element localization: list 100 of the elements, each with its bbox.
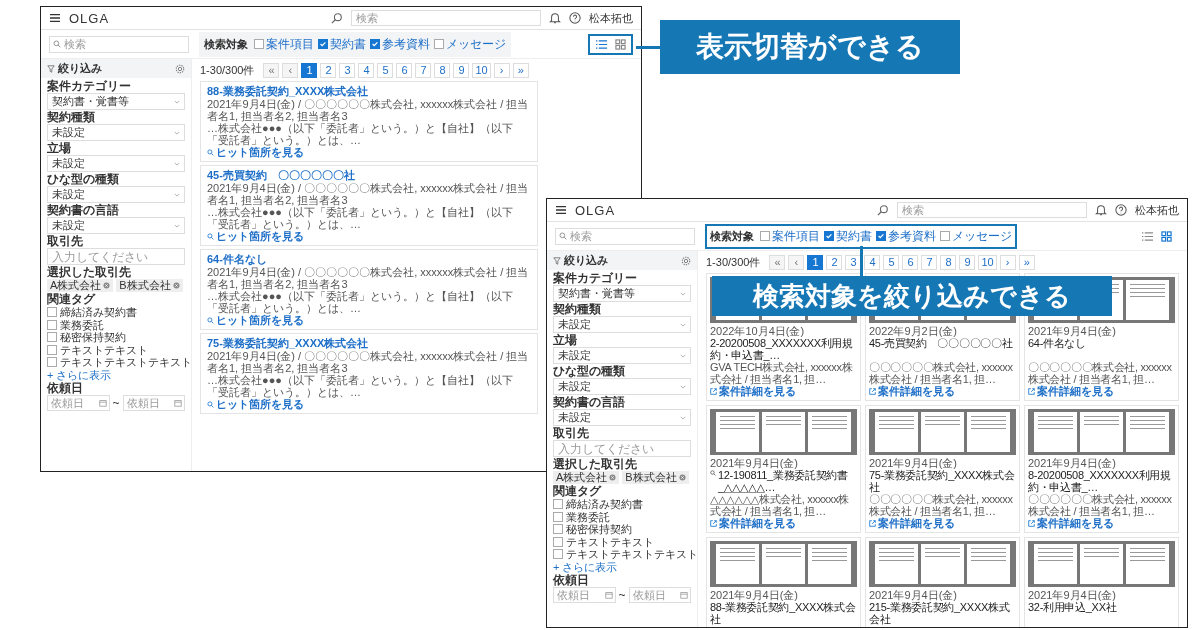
- page-button[interactable]: 6: [902, 254, 919, 270]
- tag-chip[interactable]: A株式会社: [553, 471, 620, 484]
- detail-link[interactable]: 案件詳細を見る: [710, 385, 857, 397]
- checkbox-label[interactable]: テキストテキストテキスト: [60, 356, 192, 369]
- result-title[interactable]: 75-業務委託契約_XXXX株式会社: [207, 337, 531, 350]
- result-title[interactable]: 64-件名なし: [207, 253, 531, 266]
- global-search-field[interactable]: 検索: [351, 10, 541, 26]
- text-input-field[interactable]: 入力してください: [47, 248, 185, 265]
- select-field[interactable]: 未設定: [47, 217, 185, 234]
- page-button[interactable]: 2: [320, 62, 337, 78]
- checkbox[interactable]: [47, 307, 57, 318]
- page-button[interactable]: 4: [358, 62, 375, 78]
- result-title[interactable]: 45-売買契約 〇〇〇〇〇〇社: [207, 169, 531, 182]
- hit-link[interactable]: ヒット箇所を見る: [207, 398, 531, 410]
- detail-link[interactable]: 案件詳細を見る: [1028, 517, 1175, 529]
- tag-chip[interactable]: A株式会社: [47, 279, 114, 292]
- page-button[interactable]: 3: [339, 62, 356, 78]
- checkbox[interactable]: [434, 39, 444, 49]
- page-button[interactable]: 9: [453, 62, 470, 78]
- checkbox[interactable]: [47, 344, 57, 355]
- help-icon[interactable]: [569, 12, 581, 24]
- checkbox-label[interactable]: 締結済み契約書: [60, 306, 137, 319]
- remove-icon[interactable]: [609, 474, 617, 481]
- page-button[interactable]: ›: [493, 62, 510, 78]
- search-field[interactable]: 検索: [555, 227, 695, 245]
- tag-chip[interactable]: B株式会社: [622, 471, 689, 484]
- search-icon[interactable]: [877, 204, 889, 216]
- checkbox-label[interactable]: 締結済み契約書: [566, 498, 643, 511]
- page-button[interactable]: 7: [921, 254, 938, 270]
- date-field[interactable]: 依頼日: [553, 586, 616, 603]
- select-field[interactable]: 未設定: [47, 155, 185, 172]
- list-view-icon[interactable]: [1141, 230, 1154, 242]
- page-button[interactable]: 8: [434, 62, 451, 78]
- user-name[interactable]: 松本拓也: [589, 10, 633, 26]
- list-view-icon[interactable]: [595, 38, 608, 50]
- select-field[interactable]: 未設定: [47, 186, 185, 203]
- checkbox-label[interactable]: 秘密保持契約: [566, 523, 632, 536]
- checkbox[interactable]: [254, 39, 264, 49]
- checkbox-label[interactable]: テキストテキスト: [566, 535, 654, 548]
- remove-icon[interactable]: [103, 282, 111, 289]
- checkbox-label[interactable]: 参考資料: [382, 35, 430, 53]
- page-button[interactable]: 10: [472, 62, 491, 78]
- checkbox-label[interactable]: メッセージ: [952, 227, 1012, 245]
- checkbox[interactable]: [760, 231, 770, 241]
- page-button[interactable]: 7: [415, 62, 432, 78]
- checkbox[interactable]: [318, 39, 328, 49]
- result-title[interactable]: 88-業務委託契約_XXXX株式会社: [207, 85, 531, 98]
- checkbox[interactable]: [876, 231, 886, 241]
- page-button[interactable]: »: [512, 62, 529, 78]
- bell-icon[interactable]: [1095, 204, 1107, 216]
- remove-icon[interactable]: [172, 282, 180, 289]
- checkbox[interactable]: [370, 39, 380, 49]
- checkbox-label[interactable]: 案件項目: [772, 227, 820, 245]
- checkbox-label[interactable]: 案件項目: [266, 35, 314, 53]
- result-title[interactable]: 75-業務委託契約_XXXX株式会社: [869, 469, 1016, 493]
- result-title[interactable]: 2-20200508_XXXXXXX利用規約・申込書_…: [710, 337, 857, 361]
- page-button[interactable]: 6: [396, 62, 413, 78]
- page-button[interactable]: 10: [978, 254, 997, 270]
- page-button[interactable]: ›: [999, 254, 1016, 270]
- select-field[interactable]: 未設定: [553, 347, 691, 364]
- result-title[interactable]: 12-190811_業務委託契約書_△△△△△…: [710, 469, 857, 493]
- tag-chip[interactable]: B株式会社: [116, 279, 183, 292]
- hit-link[interactable]: ヒット箇所を見る: [207, 230, 531, 242]
- settings-icon[interactable]: [175, 63, 185, 74]
- grid-view-icon[interactable]: [1161, 230, 1172, 242]
- show-more-link[interactable]: + さらに表示: [47, 368, 185, 381]
- page-button[interactable]: 8: [940, 254, 957, 270]
- text-input-field[interactable]: 入力してください: [553, 440, 691, 457]
- result-title[interactable]: 8-20200508_XXXXXXX利用規約・申込書_…: [1028, 469, 1175, 493]
- detail-link[interactable]: 案件詳細を見る: [710, 517, 857, 529]
- select-field[interactable]: 契約書・覚書等: [553, 285, 691, 302]
- settings-icon[interactable]: [681, 255, 691, 266]
- page-button[interactable]: »: [1018, 254, 1035, 270]
- hit-link[interactable]: ヒット箇所を見る: [207, 146, 531, 158]
- user-name[interactable]: 松本拓也: [1135, 202, 1179, 218]
- checkbox-label[interactable]: 業務委託: [566, 510, 610, 523]
- select-field[interactable]: 未設定: [553, 316, 691, 333]
- global-search-field[interactable]: 検索: [897, 202, 1087, 218]
- help-icon[interactable]: [1115, 204, 1127, 216]
- select-field[interactable]: 未設定: [47, 124, 185, 141]
- result-title[interactable]: 45-売買契約 〇〇〇〇〇〇社: [869, 337, 1016, 361]
- checkbox-label[interactable]: テキストテキスト: [60, 343, 148, 356]
- checkbox-label[interactable]: テキストテキストテキスト: [566, 548, 698, 561]
- page-button[interactable]: 1: [807, 254, 824, 270]
- detail-link[interactable]: 案件詳細を見る: [1028, 385, 1175, 397]
- checkbox[interactable]: [940, 231, 950, 241]
- result-title[interactable]: 32-利用申込_XX社: [1028, 601, 1175, 625]
- page-button[interactable]: 4: [864, 254, 881, 270]
- bell-icon[interactable]: [549, 12, 561, 24]
- menu-icon[interactable]: [555, 205, 567, 215]
- page-button[interactable]: 5: [377, 62, 394, 78]
- checkbox-label[interactable]: 業務委託: [60, 318, 104, 331]
- checkbox[interactable]: [553, 524, 563, 535]
- checkbox[interactable]: [47, 357, 57, 368]
- checkbox[interactable]: [47, 332, 57, 343]
- checkbox[interactable]: [553, 499, 563, 510]
- search-icon[interactable]: [331, 12, 343, 24]
- checkbox[interactable]: [824, 231, 834, 241]
- hit-link[interactable]: ヒット箇所を見る: [207, 314, 531, 326]
- checkbox-label[interactable]: 契約書: [330, 35, 366, 53]
